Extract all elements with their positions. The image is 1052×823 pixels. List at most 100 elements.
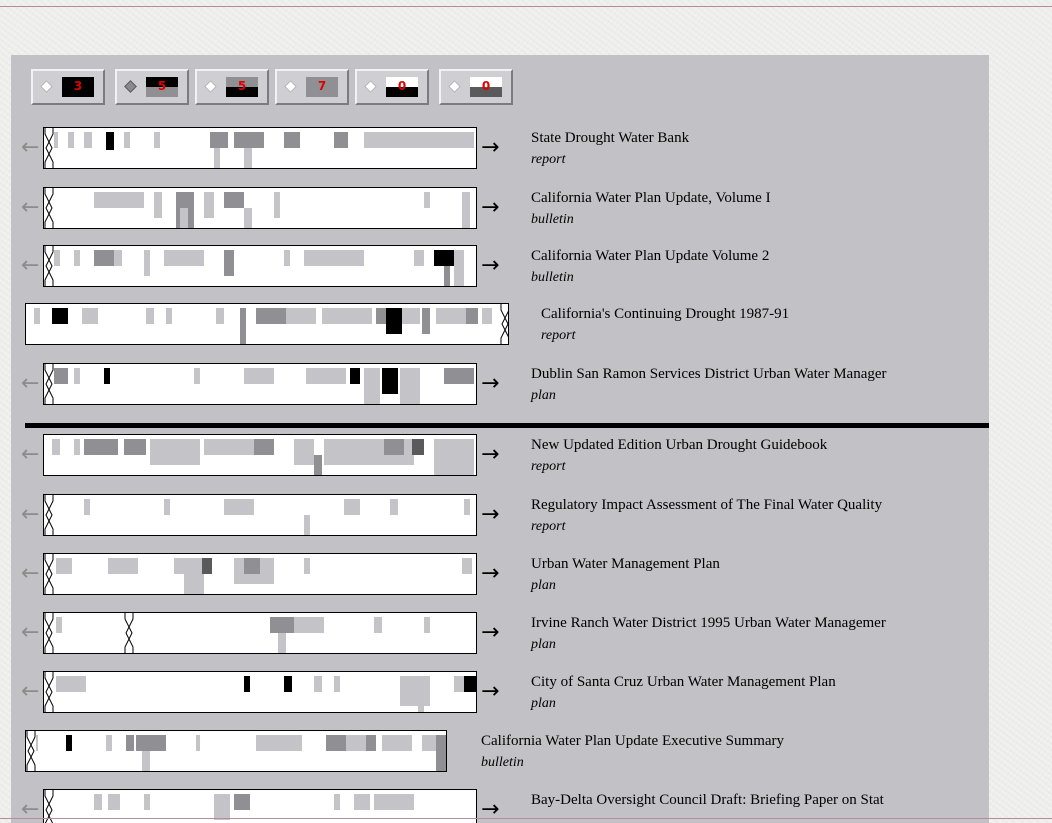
tilebar-segment[interactable] xyxy=(154,132,160,148)
scroll-right-arrow-icon[interactable]: → xyxy=(481,255,499,277)
tilebar-segment[interactable] xyxy=(214,794,230,820)
tilebar-segment[interactable] xyxy=(244,558,260,574)
tilebar-segment[interactable] xyxy=(334,676,340,692)
tilebar-segment[interactable] xyxy=(314,676,322,692)
tilebar-segment[interactable] xyxy=(454,676,464,692)
tilebar-segment[interactable] xyxy=(422,308,430,334)
tilebar-segment[interactable] xyxy=(84,499,90,515)
tilebar-segment[interactable] xyxy=(382,368,398,394)
tilebar[interactable] xyxy=(25,303,509,345)
tilebar-segment[interactable] xyxy=(374,794,414,810)
result-title-link[interactable]: Urban Water Management Plan xyxy=(531,556,720,573)
tilebar[interactable] xyxy=(43,187,477,229)
tilebar-segment[interactable] xyxy=(296,735,302,751)
term-filter-button-6[interactable]: 0 xyxy=(439,69,513,105)
tilebar-segment[interactable] xyxy=(294,617,324,633)
result-title-link[interactable]: Dublin San Ramon Services District Urban… xyxy=(531,366,887,383)
tilebar-segment[interactable] xyxy=(210,132,228,148)
term-filter-button-2[interactable]: 5 xyxy=(115,69,189,105)
tilebar-segment[interactable] xyxy=(166,308,172,324)
tilebar-segment[interactable] xyxy=(56,676,86,692)
result-title-link[interactable]: Regulatory Impact Assessment of The Fina… xyxy=(531,497,882,514)
tilebar-segment[interactable] xyxy=(194,368,200,384)
tilebar-segment[interactable] xyxy=(224,192,244,208)
result-title-link[interactable]: California's Continuing Drought 1987-91 xyxy=(541,306,789,323)
term-filter-button-1[interactable]: 3 xyxy=(31,69,105,105)
tilebar-segment[interactable] xyxy=(150,439,200,465)
tilebar-segment[interactable] xyxy=(174,558,204,574)
tilebar-segment[interactable] xyxy=(364,368,380,404)
tilebar-segment[interactable] xyxy=(376,308,386,324)
tilebar-segment[interactable] xyxy=(304,515,310,535)
tilebar-segment[interactable] xyxy=(294,439,314,465)
tilebar-segment[interactable] xyxy=(244,676,250,692)
tilebar-segment[interactable] xyxy=(386,308,402,334)
tilebar-segment[interactable] xyxy=(108,558,138,574)
tilebar[interactable] xyxy=(43,127,477,169)
tilebar-segment[interactable] xyxy=(414,250,424,266)
radio-diamond-icon[interactable] xyxy=(284,80,297,93)
tilebar-segment[interactable] xyxy=(436,735,446,771)
tilebar-segment[interactable] xyxy=(84,132,92,148)
scroll-left-arrow-icon[interactable]: ← xyxy=(21,373,39,395)
tilebar-segment[interactable] xyxy=(144,250,150,276)
term-filter-button-3[interactable]: 5 xyxy=(195,69,269,105)
tilebar-segment[interactable] xyxy=(136,735,166,751)
tilebar-segment[interactable] xyxy=(94,250,114,266)
tilebar-segment[interactable] xyxy=(424,617,430,633)
tilebar-segment[interactable] xyxy=(424,192,430,208)
radio-diamond-icon[interactable] xyxy=(124,80,137,93)
radio-diamond-icon[interactable] xyxy=(448,80,461,93)
scroll-left-arrow-icon[interactable]: ← xyxy=(21,444,39,466)
tilebar-segment[interactable] xyxy=(304,558,310,574)
scroll-right-arrow-icon[interactable]: → xyxy=(481,444,499,466)
tilebar-segment[interactable] xyxy=(286,308,316,324)
result-title-link[interactable]: California Water Plan Update, Volume I xyxy=(531,190,771,207)
scroll-right-arrow-icon[interactable]: → xyxy=(481,622,499,644)
tilebar-segment[interactable] xyxy=(126,735,134,751)
tilebar-segment[interactable] xyxy=(464,499,470,515)
result-title-link[interactable]: Bay-Delta Oversight Council Draft: Brief… xyxy=(531,792,884,809)
tilebar-segment[interactable] xyxy=(390,499,398,515)
tilebar-segment[interactable] xyxy=(202,558,212,574)
tilebar-segment[interactable] xyxy=(344,499,360,515)
tilebar[interactable] xyxy=(43,245,477,287)
scroll-left-arrow-icon[interactable]: ← xyxy=(21,197,39,219)
tilebar-segment[interactable] xyxy=(284,676,292,692)
tilebar-segment[interactable] xyxy=(106,735,112,751)
tilebar[interactable] xyxy=(43,434,477,476)
tilebar-segment[interactable] xyxy=(346,735,366,751)
tilebar-segment[interactable] xyxy=(82,308,98,324)
result-title-link[interactable]: New Updated Edition Urban Drought Guideb… xyxy=(531,437,827,454)
tilebar-segment[interactable] xyxy=(108,794,120,810)
tilebar-segment[interactable] xyxy=(384,439,404,455)
tilebar-segment[interactable] xyxy=(224,499,254,515)
tilebar[interactable] xyxy=(43,671,477,713)
result-title-link[interactable]: State Drought Water Bank xyxy=(531,130,689,147)
tilebar-segment[interactable] xyxy=(274,192,280,218)
tilebar-segment[interactable] xyxy=(364,132,474,148)
tilebar[interactable] xyxy=(25,730,447,772)
tilebar-segment[interactable] xyxy=(216,308,224,324)
tilebar-segment[interactable] xyxy=(284,132,300,148)
tilebar-segment[interactable] xyxy=(326,735,346,751)
tilebar-segment[interactable] xyxy=(84,439,118,455)
tilebar[interactable] xyxy=(43,553,477,595)
tilebar-segment[interactable] xyxy=(68,132,74,148)
tilebar-segment[interactable] xyxy=(94,794,102,810)
tilebar-segment[interactable] xyxy=(234,794,250,810)
tilebar-segment[interactable] xyxy=(204,192,214,218)
tilebar-segment[interactable] xyxy=(114,250,122,266)
tilebar-segment[interactable] xyxy=(254,439,274,455)
tilebar-segment[interactable] xyxy=(196,735,200,751)
tilebar-segment[interactable] xyxy=(74,368,80,384)
scroll-left-arrow-icon[interactable]: ← xyxy=(21,563,39,585)
result-title-link[interactable]: Irvine Ranch Water District 1995 Urban W… xyxy=(531,615,886,632)
tilebar-segment[interactable] xyxy=(164,499,170,515)
tilebar-segment[interactable] xyxy=(382,735,412,751)
tilebar-segment[interactable] xyxy=(52,308,68,324)
tilebar-segment[interactable] xyxy=(256,308,286,324)
scroll-left-arrow-icon[interactable]: ← xyxy=(21,137,39,159)
scroll-right-arrow-icon[interactable]: → xyxy=(481,137,499,159)
tilebar-segment[interactable] xyxy=(142,751,150,771)
